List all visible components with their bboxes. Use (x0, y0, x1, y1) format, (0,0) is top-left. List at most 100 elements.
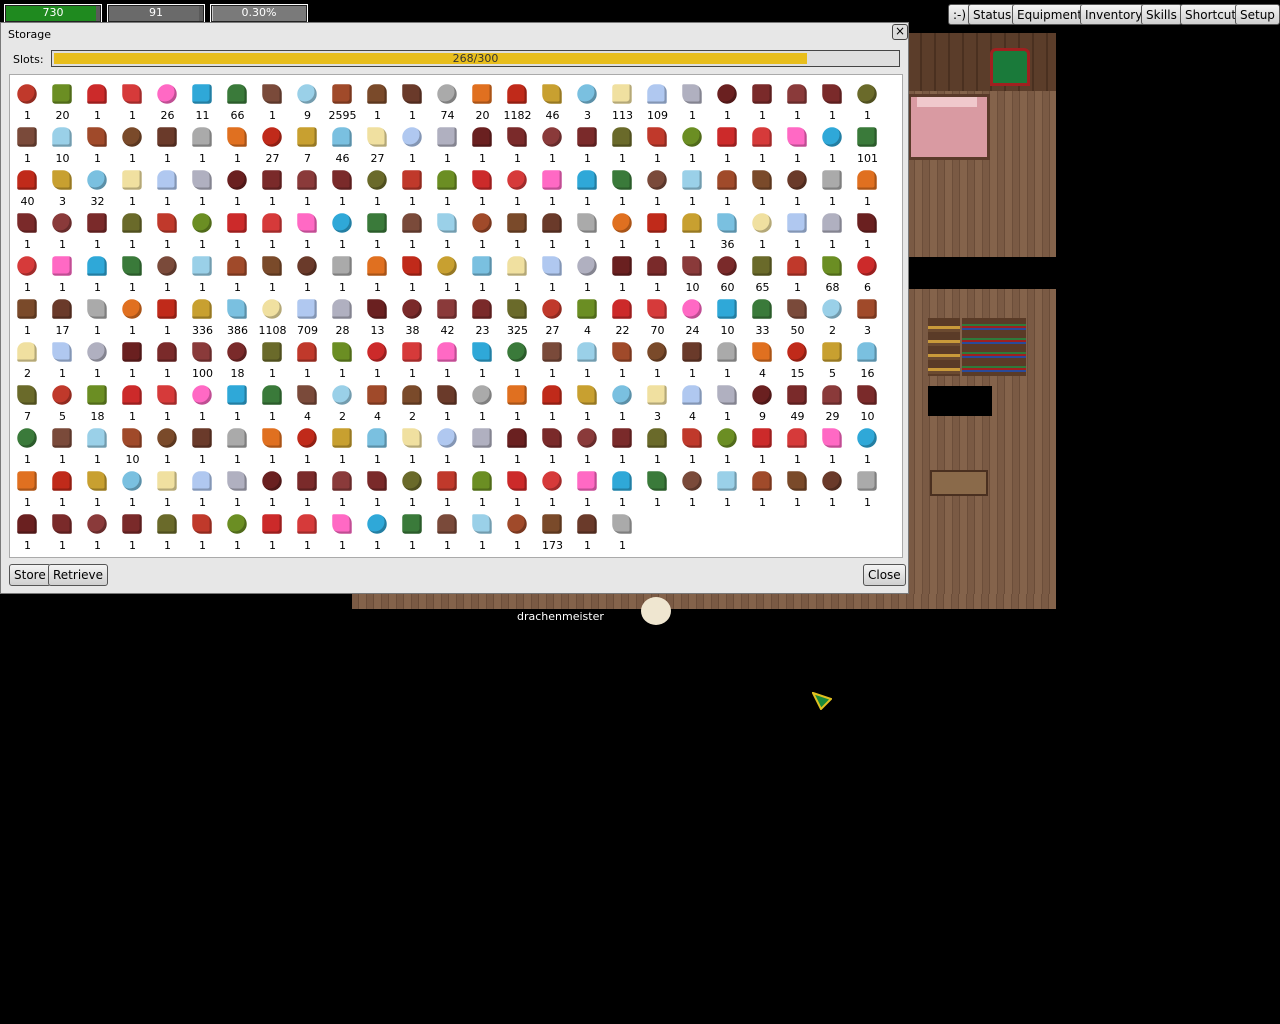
storage-item-slot[interactable]: 1 (150, 380, 185, 423)
storage-item-slot[interactable]: 29 (815, 380, 850, 423)
storage-item-slot[interactable]: 1 (290, 208, 325, 251)
storage-item-slot[interactable]: 1 (535, 380, 570, 423)
storage-item-slot[interactable]: 7 (10, 380, 45, 423)
storage-item-slot[interactable]: 6 (850, 251, 885, 294)
storage-item-slot[interactable]: 1 (115, 208, 150, 251)
status-button[interactable]: Status (968, 4, 1017, 25)
storage-item-slot[interactable]: 2 (10, 337, 45, 380)
storage-item-slot[interactable]: 65 (745, 251, 780, 294)
storage-item-slot[interactable]: 1 (640, 165, 675, 208)
storage-item-slot[interactable]: 1 (745, 165, 780, 208)
storage-item-slot[interactable]: 1 (710, 165, 745, 208)
storage-item-slot[interactable]: 1 (220, 509, 255, 552)
storage-item-slot[interactable]: 1 (115, 122, 150, 165)
storage-item-slot[interactable]: 1 (640, 122, 675, 165)
storage-item-slot[interactable]: 1 (115, 466, 150, 509)
storage-item-slot[interactable]: 1 (780, 122, 815, 165)
storage-item-slot[interactable]: 173 (535, 509, 570, 552)
storage-item-slot[interactable]: 1 (220, 165, 255, 208)
storage-item-slot[interactable]: 1 (850, 165, 885, 208)
storage-item-slot[interactable]: 49 (780, 380, 815, 423)
storage-item-slot[interactable]: 1 (395, 466, 430, 509)
storage-item-slot[interactable]: 1 (675, 423, 710, 466)
storage-item-slot[interactable]: 1 (115, 79, 150, 122)
storage-item-slot[interactable]: 2595 (325, 79, 360, 122)
storage-item-slot[interactable]: 1 (10, 509, 45, 552)
storage-item-slot[interactable]: 1 (220, 380, 255, 423)
storage-item-slot[interactable]: 20 (465, 79, 500, 122)
storage-item-slot[interactable]: 1 (80, 251, 115, 294)
storage-item-slot[interactable]: 1 (430, 122, 465, 165)
storage-item-slot[interactable]: 1 (675, 208, 710, 251)
skills-button[interactable]: Skills (1141, 4, 1182, 25)
storage-item-slot[interactable]: 1 (675, 122, 710, 165)
storage-item-slot[interactable]: 1 (850, 208, 885, 251)
storage-item-slot[interactable]: 1 (150, 165, 185, 208)
storage-item-slot[interactable]: 1 (360, 79, 395, 122)
storage-item-slot[interactable]: 1 (710, 337, 745, 380)
storage-item-slot[interactable]: 1 (290, 337, 325, 380)
inventory-button[interactable]: Inventory (1080, 4, 1148, 25)
storage-item-slot[interactable]: 1 (150, 208, 185, 251)
storage-item-slot[interactable]: 1 (290, 466, 325, 509)
storage-item-slot[interactable]: 1 (45, 423, 80, 466)
storage-item-slot[interactable]: 27 (360, 122, 395, 165)
storage-item-slot[interactable]: 1108 (255, 294, 290, 337)
setup-button[interactable]: Setup (1235, 4, 1280, 25)
storage-item-slot[interactable]: 1 (325, 509, 360, 552)
storage-item-slot[interactable]: 1 (360, 337, 395, 380)
storage-item-slot[interactable]: 1 (185, 165, 220, 208)
storage-item-slot[interactable]: 1 (220, 208, 255, 251)
storage-item-slot[interactable]: 1 (500, 509, 535, 552)
storage-item-slot[interactable]: 9 (745, 380, 780, 423)
storage-item-slot[interactable]: 1 (640, 466, 675, 509)
storage-item-slot[interactable]: 1 (780, 208, 815, 251)
storage-item-slot[interactable]: 1 (570, 337, 605, 380)
storage-item-slot[interactable]: 27 (255, 122, 290, 165)
storage-item-slot[interactable]: 1 (430, 208, 465, 251)
storage-item-slot[interactable]: 1 (465, 122, 500, 165)
storage-item-slot[interactable]: 1 (360, 208, 395, 251)
storage-item-slot[interactable]: 3 (570, 79, 605, 122)
storage-item-slot[interactable]: 1 (500, 337, 535, 380)
storage-item-slot[interactable]: 1 (255, 466, 290, 509)
storage-item-slot[interactable]: 1 (45, 466, 80, 509)
storage-item-slot[interactable]: 1 (710, 466, 745, 509)
storage-item-slot[interactable]: 1 (360, 251, 395, 294)
storage-item-slot[interactable]: 1 (10, 208, 45, 251)
storage-item-slot[interactable]: 1 (605, 380, 640, 423)
storage-item-slot[interactable]: 1 (465, 337, 500, 380)
storage-item-slot[interactable]: 1 (605, 337, 640, 380)
storage-item-slot[interactable]: 1 (745, 79, 780, 122)
storage-item-slot[interactable]: 1 (185, 251, 220, 294)
storage-item-slot[interactable]: 1 (465, 423, 500, 466)
store-button[interactable]: Store (9, 564, 51, 586)
equipment-button[interactable]: Equipment (1012, 4, 1088, 25)
storage-item-slot[interactable]: 1 (675, 466, 710, 509)
storage-item-slot[interactable]: 2 (815, 294, 850, 337)
storage-item-slot[interactable]: 1 (430, 251, 465, 294)
storage-item-slot[interactable]: 1 (45, 509, 80, 552)
storage-item-slot[interactable]: 1 (780, 79, 815, 122)
storage-item-slot[interactable]: 9 (290, 79, 325, 122)
storage-item-slot[interactable]: 1 (220, 466, 255, 509)
storage-item-slot[interactable]: 40 (10, 165, 45, 208)
storage-item-slot[interactable]: 4 (675, 380, 710, 423)
storage-item-slot[interactable]: 1 (255, 380, 290, 423)
storage-item-slot[interactable]: 325 (500, 294, 535, 337)
storage-item-slot[interactable]: 1 (745, 466, 780, 509)
storage-item-slot[interactable]: 1 (325, 251, 360, 294)
storage-item-slot[interactable]: 1 (185, 122, 220, 165)
storage-item-slot[interactable]: 1 (605, 122, 640, 165)
storage-item-slot[interactable]: 1 (45, 251, 80, 294)
storage-item-slot[interactable]: 1 (535, 208, 570, 251)
storage-item-slot[interactable]: 1 (500, 165, 535, 208)
shortcut-button[interactable]: Shortcut (1180, 4, 1242, 25)
storage-item-slot[interactable]: 23 (465, 294, 500, 337)
storage-item-slot[interactable]: 113 (605, 79, 640, 122)
storage-item-slot[interactable]: 4 (570, 294, 605, 337)
storage-item-slot[interactable]: 4 (290, 380, 325, 423)
storage-item-slot[interactable]: 1 (395, 509, 430, 552)
storage-item-slot[interactable]: 60 (710, 251, 745, 294)
storage-item-slot[interactable]: 7 (290, 122, 325, 165)
